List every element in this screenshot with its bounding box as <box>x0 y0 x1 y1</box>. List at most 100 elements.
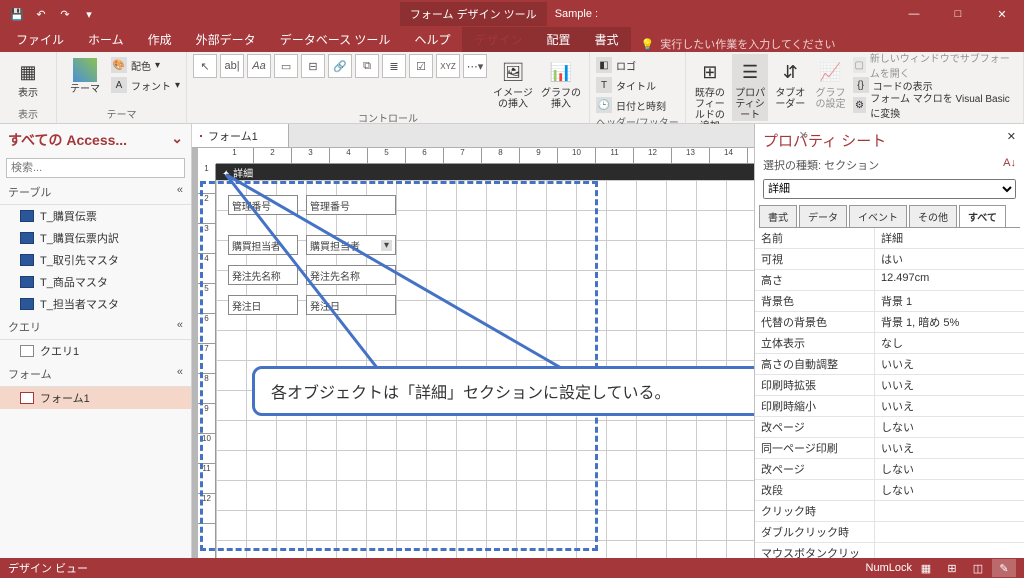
tab-order-button[interactable]: ⇵ タブオーダー <box>772 54 808 110</box>
controls-gallery[interactable]: ↖ ab| Aa ▭ ⊟ 🔗 ⧉ ≣ ☑ XYZ ⋯▾ <box>193 54 487 78</box>
property-row[interactable]: マウスボタンクリック時 <box>755 543 1024 558</box>
property-row[interactable]: 印刷時縮小いいえ <box>755 396 1024 417</box>
design-grid[interactable]: 管理番号 管理番号 購買担当者 購買担当者 発注先名称 発注先名称 発注日 発注… <box>216 180 754 558</box>
property-value[interactable]: しない <box>875 480 1024 500</box>
prop-tab[interactable]: イベント <box>849 205 907 227</box>
nav-item[interactable]: クエリ1 <box>0 340 191 362</box>
more-controls-icon[interactable]: ⋯▾ <box>463 54 487 78</box>
logo-button[interactable]: ◧ロゴ <box>596 56 666 74</box>
view-button[interactable]: ▦ 表示 <box>6 54 50 99</box>
property-value[interactable]: 背景 1 <box>875 291 1024 311</box>
property-value[interactable]: 背景 1, 暗め 5% <box>875 312 1024 332</box>
nav-item[interactable]: T_購買伝票内訳 <box>0 227 191 249</box>
property-row[interactable]: 代替の背景色背景 1, 暗め 5% <box>755 312 1024 333</box>
prop-tab[interactable]: データ <box>799 205 847 227</box>
field-control[interactable]: 購買担当者 <box>306 235 396 255</box>
property-row[interactable]: 高さの自動調整いいえ <box>755 354 1024 375</box>
property-value[interactable]: 詳細 <box>875 228 1024 248</box>
colors-button[interactable]: 🎨配色▾ <box>111 56 180 74</box>
nav-cat-queries[interactable]: クエリ« <box>0 315 191 340</box>
nav-item[interactable]: フォーム1 <box>0 387 191 409</box>
form-field[interactable]: 管理番号 管理番号 <box>228 195 396 215</box>
nav-item[interactable]: T_担当者マスタ <box>0 293 191 315</box>
property-row[interactable]: 改ページしない <box>755 459 1024 480</box>
property-row[interactable]: ダブルクリック時 <box>755 522 1024 543</box>
property-value[interactable] <box>875 543 1024 558</box>
prop-tab[interactable]: その他 <box>909 205 957 227</box>
close-button[interactable]: ✕ <box>980 0 1024 28</box>
tab-dbtools[interactable]: データベース ツール <box>268 27 403 52</box>
undo-icon[interactable]: ↶ <box>30 3 52 25</box>
property-row[interactable]: 名前詳細 <box>755 228 1024 249</box>
form-field[interactable]: 購買担当者 購買担当者 <box>228 235 396 255</box>
nav-item[interactable]: T_商品マスタ <box>0 271 191 293</box>
nav-item[interactable]: T_購買伝票 <box>0 205 191 227</box>
property-row[interactable]: 可視はい <box>755 249 1024 270</box>
checkbox-control-icon[interactable]: ☑ <box>409 54 433 78</box>
field-control[interactable]: 管理番号 <box>306 195 396 215</box>
property-row[interactable]: 同一ページ印刷いいえ <box>755 438 1024 459</box>
combo-control-icon[interactable]: ⧉ <box>355 54 379 78</box>
property-value[interactable]: しない <box>875 459 1024 479</box>
property-value[interactable]: はい <box>875 249 1024 269</box>
form-view-button[interactable]: ▦ <box>914 559 938 577</box>
themes-button[interactable]: テーマ <box>63 54 107 95</box>
tab-control-icon[interactable]: ⊟ <box>301 54 325 78</box>
property-row[interactable]: 改ページしない <box>755 417 1024 438</box>
field-label[interactable]: 発注日 <box>228 295 298 315</box>
form-canvas[interactable]: 123456789101112131415161718 123456789101… <box>198 148 754 558</box>
property-row[interactable]: 背景色背景 1 <box>755 291 1024 312</box>
property-grid[interactable]: 名前詳細可視はい高さ12.497cm背景色背景 1代替の背景色背景 1, 暗め … <box>755 228 1024 558</box>
insert-image-button[interactable]: 🖼 イメージの挿入 <box>491 54 535 110</box>
qat-customize-icon[interactable]: ▾ <box>78 3 100 25</box>
tab-home[interactable]: ホーム <box>76 27 136 52</box>
property-row[interactable]: 改段しない <box>755 480 1024 501</box>
field-label[interactable]: 購買担当者 <box>228 235 298 255</box>
field-label[interactable]: 管理番号 <box>228 195 298 215</box>
tab-create[interactable]: 作成 <box>136 27 184 52</box>
nav-cat-forms[interactable]: フォーム« <box>0 362 191 387</box>
selection-combo[interactable]: 詳細 <box>763 179 1016 199</box>
label-control-icon[interactable]: Aa <box>247 54 271 78</box>
property-value[interactable] <box>875 522 1024 542</box>
tell-me[interactable]: 💡 実行したい作業を入力してください <box>631 36 846 52</box>
button-control-icon[interactable]: ▭ <box>274 54 298 78</box>
property-sheet-button[interactable]: ☰ プロパティシート <box>732 54 768 121</box>
xyz-control-icon[interactable]: XYZ <box>436 54 460 78</box>
tab-file[interactable]: ファイル <box>4 27 76 52</box>
sort-icon[interactable]: A↓ <box>1003 157 1016 169</box>
close-tab-icon[interactable]: ✕ <box>799 129 808 142</box>
doc-tab-form1[interactable]: フォーム1 ✕ <box>192 124 289 147</box>
tab-format[interactable]: 書式 <box>582 27 630 52</box>
field-control[interactable]: 発注日 <box>306 295 396 315</box>
nav-cat-tables[interactable]: テーブル« <box>0 180 191 205</box>
redo-icon[interactable]: ↷ <box>54 3 76 25</box>
link-control-icon[interactable]: 🔗 <box>328 54 352 78</box>
property-value[interactable]: いいえ <box>875 396 1024 416</box>
list-control-icon[interactable]: ≣ <box>382 54 406 78</box>
layout-view-button[interactable]: ◫ <box>966 559 990 577</box>
close-icon[interactable]: ✕ <box>1007 130 1016 151</box>
title-button[interactable]: Tタイトル <box>596 76 666 94</box>
field-control[interactable]: 発注先名称 <box>306 265 396 285</box>
property-row[interactable]: 高さ12.497cm <box>755 270 1024 291</box>
nav-header[interactable]: すべての Access... ⌄ <box>0 124 191 156</box>
prop-tab[interactable]: すべて <box>959 205 1006 227</box>
property-value[interactable]: なし <box>875 333 1024 353</box>
tab-arrange[interactable]: 配置 <box>534 27 582 52</box>
form-field[interactable]: 発注先名称 発注先名称 <box>228 265 396 285</box>
tab-external[interactable]: 外部データ <box>184 27 268 52</box>
fonts-button[interactable]: Aフォント▾ <box>111 76 180 94</box>
prop-tab[interactable]: 書式 <box>759 205 797 227</box>
insert-chart-button[interactable]: 📊 グラフの挿入 <box>539 54 583 110</box>
search-input[interactable] <box>6 158 185 178</box>
property-value[interactable] <box>875 501 1024 521</box>
chevron-down-icon[interactable]: ⌄ <box>171 130 183 150</box>
design-view-button[interactable]: ✎ <box>992 559 1016 577</box>
datasheet-view-button[interactable]: ⊞ <box>940 559 964 577</box>
property-value[interactable]: いいえ <box>875 354 1024 374</box>
property-row[interactable]: 立体表示なし <box>755 333 1024 354</box>
form-field[interactable]: 発注日 発注日 <box>228 295 396 315</box>
tab-help[interactable]: ヘルプ <box>402 27 462 52</box>
property-value[interactable]: しない <box>875 417 1024 437</box>
